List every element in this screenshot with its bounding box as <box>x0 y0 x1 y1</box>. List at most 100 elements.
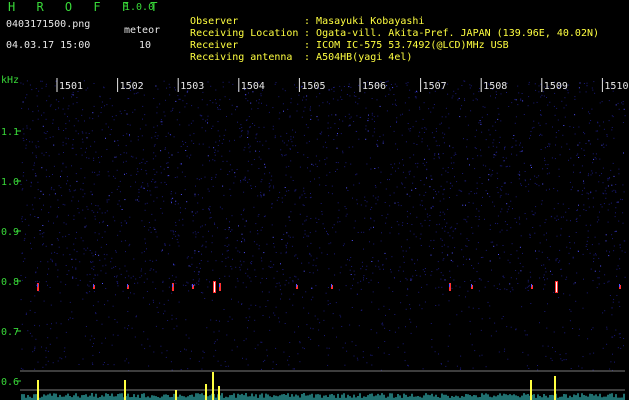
noise-dot <box>457 265 459 267</box>
noise-dot <box>69 301 71 303</box>
noise-dot <box>171 314 173 316</box>
noise-dot <box>99 351 100 353</box>
noise-dot <box>21 348 23 350</box>
noise-dot <box>424 274 426 276</box>
noise-dot <box>212 269 214 271</box>
noise-dot <box>266 349 268 351</box>
meteor-echo-core <box>296 284 297 287</box>
noise-dot <box>146 173 148 175</box>
noise-dot <box>373 226 374 228</box>
noise-dot <box>599 102 601 104</box>
noise-dot <box>197 231 199 233</box>
noise-dot <box>117 234 119 236</box>
noise-dot <box>449 276 451 278</box>
noise-dot <box>22 175 24 177</box>
noise-dot <box>312 328 314 330</box>
noise-dot <box>213 342 215 344</box>
noise-dot <box>506 229 508 231</box>
noise-dot <box>56 216 58 218</box>
noise-dot <box>421 286 422 288</box>
noise-dot <box>106 149 108 150</box>
noise-dot <box>37 189 39 191</box>
noise-dot <box>440 278 442 280</box>
noise-dot <box>71 147 73 149</box>
noise-dot <box>599 125 601 127</box>
noise-dot <box>410 321 412 323</box>
noise-dot <box>576 272 578 274</box>
noise-dot <box>298 326 299 328</box>
noise-dot <box>370 227 372 229</box>
noise-dot <box>73 190 75 192</box>
noise-dot <box>143 251 145 253</box>
noise-dot <box>436 269 438 271</box>
noise-dot <box>269 329 271 331</box>
noise-dot <box>212 125 214 127</box>
noise-dot <box>317 318 319 320</box>
noise-dot <box>92 255 94 257</box>
noise-dot <box>119 205 121 207</box>
noise-dot <box>289 298 291 300</box>
noise-dot <box>151 181 153 183</box>
noise-dot <box>618 168 620 170</box>
noise-dot <box>409 157 411 159</box>
noise-dot <box>515 144 517 146</box>
noise-dot <box>474 168 476 170</box>
freq-tick-label: 1.0 <box>1 177 19 188</box>
noise-dot <box>293 136 294 138</box>
noise-dot <box>420 223 422 225</box>
noise-dot <box>80 188 82 190</box>
noise-dot <box>589 143 591 145</box>
noise-dot <box>497 215 499 217</box>
noise-dot <box>153 168 155 170</box>
noise-dot <box>39 325 40 327</box>
noise-dot <box>248 147 250 149</box>
meteor-echo-core <box>471 284 472 287</box>
noise-dot <box>492 145 494 147</box>
noise-dot <box>333 90 335 92</box>
noise-dot <box>336 168 338 170</box>
noise-dot <box>155 271 157 273</box>
noise-dot <box>412 275 414 277</box>
noise-dot <box>331 193 333 195</box>
noise-dot <box>168 157 170 158</box>
noise-dot <box>237 301 239 303</box>
noise-dot <box>560 228 562 230</box>
noise-dot <box>278 118 280 120</box>
noise-dot <box>465 296 466 298</box>
noise-dot <box>56 337 58 339</box>
noise-dot <box>241 233 243 235</box>
noise-dot <box>62 144 64 146</box>
noise-dot <box>69 190 71 192</box>
noise-dot <box>480 329 482 331</box>
noise-dot <box>533 102 535 104</box>
noise-dot <box>83 248 85 250</box>
noise-dot <box>97 301 99 303</box>
noise-dot <box>273 187 275 189</box>
noise-dot <box>111 257 113 259</box>
noise-dot <box>269 267 271 268</box>
noise-dot <box>340 266 342 268</box>
noise-dot <box>344 206 346 208</box>
noise-dot <box>284 284 286 286</box>
noise-dot <box>248 178 250 180</box>
noise-dot <box>78 364 80 365</box>
noise-dot <box>137 139 139 141</box>
noise-dot <box>180 351 182 352</box>
noise-dot <box>160 172 162 174</box>
noise-dot <box>274 314 276 316</box>
noise-dot <box>541 264 543 266</box>
noise-dot <box>160 345 162 347</box>
noise-dot <box>408 365 409 367</box>
noise-dot <box>419 131 421 133</box>
noise-dot <box>170 200 172 202</box>
noise-dot <box>481 318 483 320</box>
noise-dot <box>36 95 38 97</box>
noise-dot <box>355 344 357 346</box>
noise-dot <box>152 158 154 160</box>
noise-dot <box>289 115 291 117</box>
noise-dot <box>378 266 380 268</box>
noise-dot <box>386 85 388 87</box>
noise-dot <box>197 107 199 109</box>
noise-dot <box>55 263 57 265</box>
noise-dot <box>442 137 444 139</box>
